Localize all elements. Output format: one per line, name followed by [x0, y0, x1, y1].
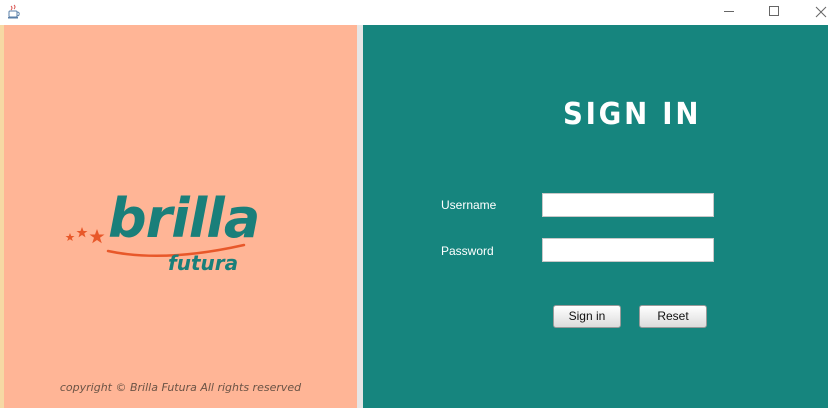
- maximize-icon: [769, 6, 779, 16]
- minimize-icon: [724, 11, 734, 12]
- signin-panel: SIGN IN Username Password Sign in Reset: [363, 25, 828, 408]
- logo-subtitle: futura: [168, 251, 239, 275]
- username-field[interactable]: [542, 193, 714, 217]
- copyright-text: copyright © Brilla Futura All rights res…: [59, 381, 302, 394]
- password-field[interactable]: [542, 238, 714, 262]
- minimize-button[interactable]: [706, 0, 752, 25]
- close-icon: [815, 6, 827, 18]
- brilla-futura-logo: brilla futura: [64, 185, 264, 295]
- password-label: Password: [441, 244, 494, 258]
- java-cup-icon: [8, 4, 20, 19]
- close-button[interactable]: [798, 0, 828, 25]
- branding-panel: brilla futura copyright © Brilla Futura …: [4, 25, 357, 408]
- maximize-button[interactable]: [752, 0, 798, 25]
- signin-heading: SIGN IN: [563, 97, 702, 132]
- username-label: Username: [441, 198, 497, 212]
- window-titlebar: [0, 0, 828, 25]
- reset-button[interactable]: Reset: [639, 305, 707, 328]
- signin-button[interactable]: Sign in: [553, 305, 621, 328]
